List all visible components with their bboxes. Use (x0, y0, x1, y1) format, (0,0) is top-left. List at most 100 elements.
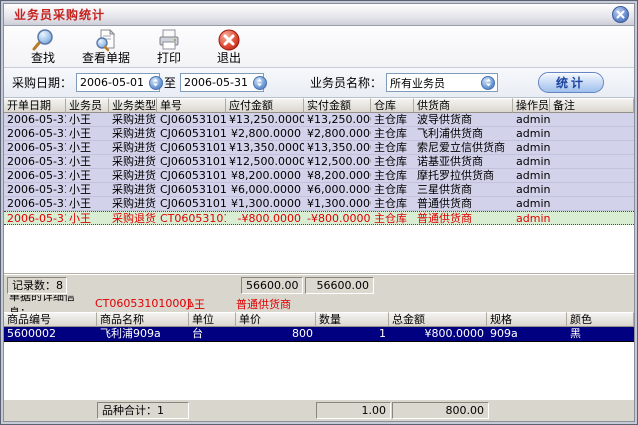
column-header: 商品编号 (4, 312, 97, 327)
table-cell: CJ060531010005 (157, 169, 226, 182)
toolbar: 查找 查看单据 (4, 26, 634, 68)
table-cell (550, 212, 634, 224)
table-cell: admin (513, 183, 550, 196)
app-window: 业务员采购统计 查找 (0, 0, 638, 425)
date-to-value: 2006-05-31 (181, 76, 251, 89)
table-cell: ¥1,300.0000 (226, 197, 304, 210)
table-cell: 飞利浦供货商 (414, 127, 513, 140)
column-header: 数量 (316, 312, 389, 327)
purchase-table-body: 2006-05-31 小王 采购进货 CJ060531010001 ¥13,25… (4, 113, 634, 225)
table-row[interactable]: 5600002 飞利浦909a 台 800 1 ¥800.0000 909a 黑 (4, 327, 634, 342)
detail-salesman: 小王 (183, 296, 236, 312)
table-cell: 采购进货 (109, 197, 157, 210)
date-to-input[interactable]: 2006-05-31 (180, 73, 264, 92)
window-title: 业务员采购统计 (14, 6, 105, 23)
stat-button[interactable]: 统计 (538, 72, 604, 93)
table-row[interactable]: 2006-05-31 小王 采购进货 CJ060531010001 ¥13,25… (4, 113, 634, 127)
table-row[interactable]: 2006-05-31 小王 采购进货 CJ060531010004 ¥12,50… (4, 155, 634, 169)
table-cell: ¥13,350.0000 (304, 141, 371, 154)
amount-total: 800.00 (392, 402, 489, 419)
exit-button[interactable]: 退出 (202, 27, 256, 67)
table-cell: 采购进货 (109, 169, 157, 182)
salesman-label: 业务员名称： (310, 74, 382, 91)
table-cell: admin (513, 212, 550, 224)
to-label: 至 (164, 74, 176, 91)
table-cell: ¥2,800.0000 (304, 127, 371, 140)
table-cell: 1 (316, 327, 389, 341)
salesman-spinner-icon[interactable] (481, 76, 495, 90)
table-cell: CJ060531010003 (157, 141, 226, 154)
table-row[interactable]: 2006-05-31 小王 采购进货 CJ060531010006 ¥6,000… (4, 183, 634, 197)
close-button[interactable] (612, 6, 629, 23)
view-doc-button-label: 查看单据 (82, 52, 130, 65)
table-cell: ¥13,250.0000 (304, 113, 371, 126)
column-header: 实付金额 (304, 98, 371, 113)
table-cell: 三星供货商 (414, 183, 513, 196)
column-header: 供货商 (414, 98, 513, 113)
footer-bar: 品种合计：1 1.00 800.00 (4, 399, 634, 421)
salesman-select[interactable]: 所有业务员 (386, 73, 498, 92)
view-doc-button[interactable]: 查看单据 (76, 27, 136, 67)
print-button[interactable]: 打印 (142, 27, 196, 67)
table-cell: admin (513, 113, 550, 126)
table-cell: 采购进货 (109, 141, 157, 154)
table-cell: 小王 (66, 183, 109, 196)
table-cell: 主仓库 (371, 183, 414, 196)
date-range-label: 采购日期： (12, 74, 72, 91)
date-from-spinner-icon[interactable] (149, 76, 163, 90)
table-cell (550, 113, 634, 126)
table-cell: 5600002 (4, 327, 97, 341)
table-cell: 小王 (66, 155, 109, 168)
table-row[interactable]: 2006-05-31 小王 采购进货 CJ060531010003 ¥13,35… (4, 141, 634, 155)
column-header: 单号 (157, 98, 226, 113)
table-cell: 波导供货商 (414, 113, 513, 126)
table-cell: CJ060531010004 (157, 155, 226, 168)
quantity-total: 1.00 (316, 402, 391, 419)
table-cell: 主仓库 (371, 197, 414, 210)
table-cell: 800 (236, 327, 316, 341)
close-icon (616, 10, 625, 19)
title-bar: 业务员采购统计 (4, 4, 634, 26)
table-cell: 诺基亚供货商 (414, 155, 513, 168)
find-button[interactable]: 查找 (16, 27, 70, 67)
table-row[interactable]: 2006-05-31 小王 采购退货 CT060531010001 -¥800.… (4, 211, 634, 225)
table-row[interactable]: 2006-05-31 小王 采购进货 CJ060531010005 ¥8,200… (4, 169, 634, 183)
table-cell: 2006-05-31 (4, 197, 66, 210)
date-from-input[interactable]: 2006-05-01 (76, 73, 160, 92)
table-cell: 索尼爱立信供货商 (414, 141, 513, 154)
table-cell (550, 127, 634, 140)
view-doc-icon (93, 28, 119, 52)
detail-table: 商品编号 商品名称 单位 单价 数量 总金额 规格 颜色 5600002 飞利浦… (4, 312, 634, 342)
column-header: 规格 (487, 312, 567, 327)
exit-icon (217, 28, 241, 52)
table-cell: 2006-05-31 (4, 183, 66, 196)
table-cell: 小王 (66, 127, 109, 140)
table-cell: 采购进货 (109, 183, 157, 196)
client-area: 业务员采购统计 查找 (3, 3, 635, 422)
table-cell: ¥12,500.0000 (226, 155, 304, 168)
table-cell: 主仓库 (371, 127, 414, 140)
table-cell (550, 141, 634, 154)
table-row[interactable]: 2006-05-31 小王 采购进货 CJ060531010007 ¥1,300… (4, 197, 634, 211)
variety-total: 品种合计：1 (97, 402, 189, 419)
record-count: 记录数：8 (7, 277, 67, 294)
table-cell: 飞利浦909a (97, 327, 189, 341)
table-row[interactable]: 2006-05-31 小王 采购进货 CJ060531010002 ¥2,800… (4, 127, 634, 141)
column-header: 开单日期 (4, 98, 66, 113)
table-cell: ¥1,300.0000 (304, 197, 371, 210)
column-header: 应付金额 (226, 98, 304, 113)
table-cell: ¥13,250.0000 (226, 113, 304, 126)
date-to-spinner-icon[interactable] (253, 76, 267, 90)
payable-total: 56600.00 (241, 277, 303, 294)
table-cell: 摩托罗拉供货商 (414, 169, 513, 182)
table-cell: 小王 (66, 113, 109, 126)
table-cell: ¥12,500.0000 (304, 155, 371, 168)
table-cell: 主仓库 (371, 155, 414, 168)
table-cell (550, 155, 634, 168)
table-cell: 小王 (66, 212, 109, 224)
table-cell: 小王 (66, 141, 109, 154)
column-header: 操作员 (513, 98, 550, 113)
table-cell: 主仓库 (371, 169, 414, 182)
table-cell: 黑 (567, 327, 634, 341)
filter-bar: 采购日期： 2006-05-01 至 2006-05-31 业务员名称： 所有业… (4, 68, 634, 98)
